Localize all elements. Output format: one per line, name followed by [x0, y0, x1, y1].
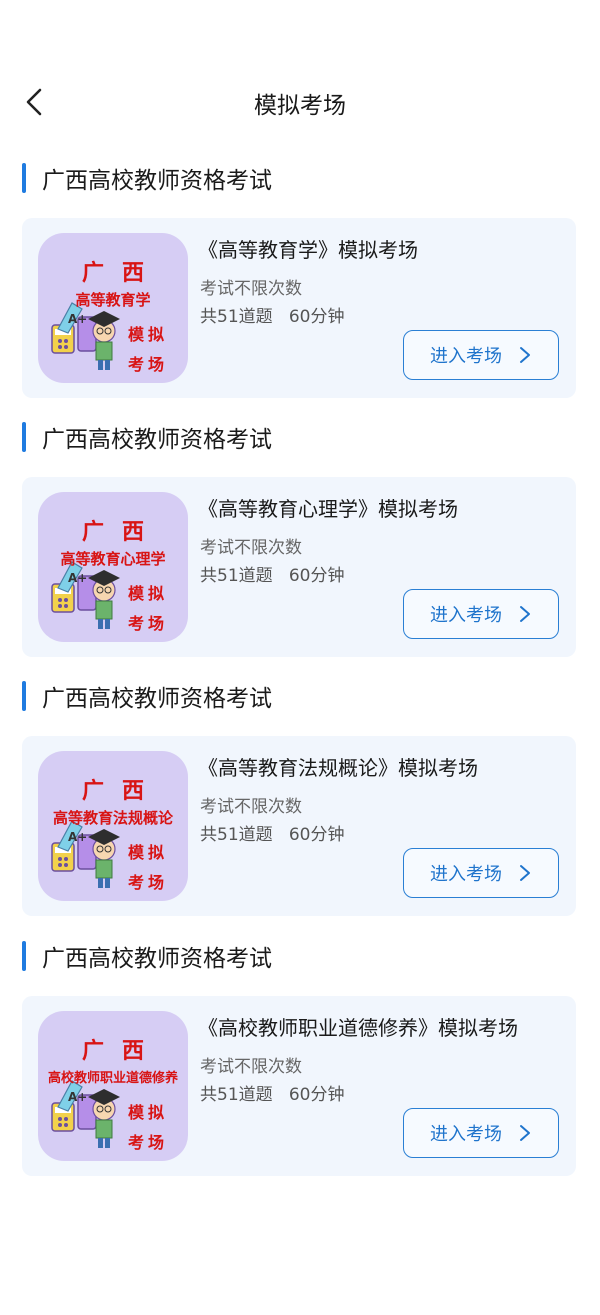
exam-cover-image: A+ 广西 高等教育法规概论 模拟 考场 — [38, 751, 188, 901]
exam-title: 《高等教育心理学》模拟考场 — [198, 497, 458, 521]
enter-exam-button[interactable]: 进入考场 — [403, 589, 559, 639]
page: 模拟考场 广西高校教师资格考试 A+ 广西 高等教育学 模拟 考场 《高等教育学… — [0, 0, 600, 1315]
exam-card[interactable]: A+ 广西 高等教育法规概论 模拟 考场 《高等教育法规概论》模拟考场 考试不限… — [22, 736, 576, 916]
section-title: 广西高校教师资格考试 — [42, 427, 272, 453]
exam-attempts: 考试不限次数 — [200, 538, 302, 558]
exam-card[interactable]: A+ 广西 高校教师职业道德修养 模拟 考场 《高校教师职业道德修养》模拟考场 … — [22, 996, 576, 1176]
chevron-right-icon — [520, 347, 530, 363]
cover-text-region: 广西 — [81, 1038, 162, 1064]
exam-meta: 共51道题 60分钟 — [200, 825, 345, 845]
section-header: 广西高校教师资格考试 — [22, 421, 272, 453]
section-accent-bar — [22, 422, 26, 452]
section-accent-bar — [22, 163, 26, 193]
exam-title: 《高等教育学》模拟考场 — [198, 238, 418, 262]
exam-attempts: 考试不限次数 — [200, 279, 302, 299]
exam-meta: 共51道题 60分钟 — [200, 307, 345, 327]
exam-cover-image: A+ 广西 高校教师职业道德修养 模拟 考场 — [38, 1011, 188, 1161]
cover-text-mock: 模拟 — [128, 843, 169, 862]
exam-cover-image: A+ 广西 高等教育学 模拟 考场 — [38, 233, 188, 383]
cover-text-subject: 高等教育学 — [75, 291, 151, 309]
section-header: 广西高校教师资格考试 — [22, 680, 272, 712]
exam-title: 《高等教育法规概论》模拟考场 — [198, 756, 478, 780]
cover-text-subject: 高校教师职业道德修养 — [47, 1071, 178, 1086]
enter-exam-label: 进入考场 — [430, 605, 502, 626]
exam-card[interactable]: A+ 广西 高等教育心理学 模拟 考场 《高等教育心理学》模拟考场 考试不限次数… — [22, 477, 576, 657]
cover-text-exam: 考场 — [128, 614, 169, 633]
exam-attempts: 考试不限次数 — [200, 797, 302, 817]
chevron-right-icon — [520, 606, 530, 622]
page-title: 模拟考场 — [254, 93, 346, 119]
cover-text-mock: 模拟 — [128, 325, 169, 344]
exam-cover-image: A+ 广西 高等教育心理学 模拟 考场 — [38, 492, 188, 642]
chevron-right-icon — [520, 1125, 530, 1141]
svg-text:A+: A+ — [68, 830, 87, 844]
enter-exam-button[interactable]: 进入考场 — [403, 1108, 559, 1158]
enter-exam-button[interactable]: 进入考场 — [403, 848, 559, 898]
exam-attempts: 考试不限次数 — [200, 1057, 302, 1077]
section-title: 广西高校教师资格考试 — [42, 686, 272, 712]
enter-exam-label: 进入考场 — [430, 1124, 502, 1145]
svg-text:A+: A+ — [68, 1090, 87, 1104]
section-accent-bar — [22, 941, 26, 971]
chevron-right-icon — [520, 865, 530, 881]
svg-text:A+: A+ — [68, 312, 87, 326]
exam-meta: 共51道题 60分钟 — [200, 1085, 345, 1105]
cover-text-exam: 考场 — [128, 1133, 169, 1152]
cover-text-exam: 考场 — [128, 873, 169, 892]
cover-text-mock: 模拟 — [128, 1103, 169, 1122]
exam-title: 《高校教师职业道德修养》模拟考场 — [198, 1016, 518, 1040]
exam-card[interactable]: A+ 广西 高等教育学 模拟 考场 《高等教育学》模拟考场 考试不限次数 共51… — [22, 218, 576, 398]
cover-text-exam: 考场 — [128, 355, 169, 374]
cover-text-region: 广西 — [81, 260, 162, 286]
enter-exam-button[interactable]: 进入考场 — [403, 330, 559, 380]
enter-exam-label: 进入考场 — [430, 346, 502, 367]
section-accent-bar — [22, 681, 26, 711]
cover-text-region: 广西 — [81, 519, 162, 545]
section-title: 广西高校教师资格考试 — [42, 946, 272, 972]
cover-text-region: 广西 — [81, 778, 162, 804]
top-bar: 模拟考场 — [0, 72, 600, 132]
cover-text-subject: 高等教育法规概论 — [52, 809, 173, 827]
exam-meta: 共51道题 60分钟 — [200, 566, 345, 586]
cover-text-subject: 高等教育心理学 — [60, 550, 166, 568]
section-title: 广西高校教师资格考试 — [42, 168, 272, 194]
section-header: 广西高校教师资格考试 — [22, 162, 272, 194]
section-header: 广西高校教师资格考试 — [22, 940, 272, 972]
svg-text:A+: A+ — [68, 571, 87, 585]
cover-text-mock: 模拟 — [128, 584, 169, 603]
enter-exam-label: 进入考场 — [430, 864, 502, 885]
